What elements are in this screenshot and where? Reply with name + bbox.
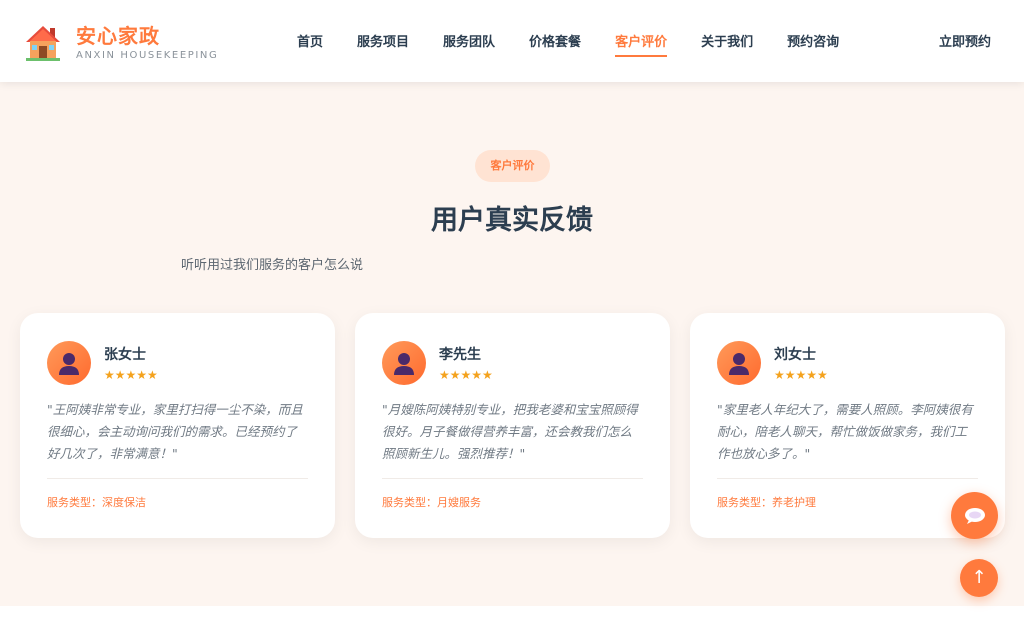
reviewer-name: 李先生 bbox=[439, 347, 481, 363]
chat-button[interactable] bbox=[951, 492, 998, 539]
section-subtitle: 听听用过我们服务的客户怎么说 bbox=[181, 258, 364, 273]
book-now-link[interactable]: 立即预约 bbox=[939, 31, 991, 50]
user-icon bbox=[59, 353, 79, 375]
reviews-section: 客户评价 用户真实反馈 听听用过我们服务的客户怎么说 张女士 ★★★★★ "王阿… bbox=[0, 82, 1024, 606]
service-type: 服务类型：月嫂服务 bbox=[382, 496, 481, 509]
review-text: "月嫂陈阿姨特别专业，把我老婆和宝宝照顾得很好。月子餐做得营养丰富，还会教我们怎… bbox=[382, 402, 638, 461]
chat-bubble-icon bbox=[964, 507, 985, 524]
section-badge: 客户评价 bbox=[475, 150, 550, 182]
reviewer-name: 张女士 bbox=[104, 347, 146, 363]
brand-logo[interactable]: 安心家政 ANXIN HOUSEKEEPING bbox=[24, 22, 218, 62]
star-rating: ★★★★★ bbox=[774, 368, 828, 382]
service-type: 服务类型：深度保洁 bbox=[47, 496, 146, 509]
divider bbox=[47, 478, 308, 479]
nav-item-contact[interactable]: 预约咨询 bbox=[787, 31, 839, 50]
avatar bbox=[717, 341, 761, 385]
review-text: "王阿姨非常专业，家里打扫得一尘不染，而且很细心，会主动询问我们的需求。已经预约… bbox=[47, 402, 303, 461]
user-icon bbox=[394, 353, 414, 375]
review-card: 李先生 ★★★★★ "月嫂陈阿姨特别专业，把我老婆和宝宝照顾得很好。月子餐做得营… bbox=[355, 313, 670, 538]
review-text: "家里老人年纪大了，需要人照顾。李阿姨很有耐心，陪老人聊天，帮忙做饭做家务，我们… bbox=[717, 402, 973, 461]
brand-name: 安心家政 bbox=[76, 23, 160, 48]
divider bbox=[717, 478, 978, 479]
star-rating: ★★★★★ bbox=[104, 368, 158, 382]
nav-item-home[interactable]: 首页 bbox=[297, 31, 323, 50]
nav-item-services[interactable]: 服务项目 bbox=[357, 31, 409, 50]
divider bbox=[382, 478, 643, 479]
avatar bbox=[382, 341, 426, 385]
arrow-up-icon: ↑ bbox=[971, 567, 987, 588]
star-rating: ★★★★★ bbox=[439, 368, 493, 382]
main-nav: 首页 服务项目 服务团队 价格套餐 客户评价 关于我们 预约咨询 bbox=[280, 31, 856, 57]
house-icon bbox=[26, 26, 60, 61]
brand-subtitle: ANXIN HOUSEKEEPING bbox=[76, 49, 219, 61]
avatar bbox=[47, 341, 91, 385]
section-title: 用户真实反馈 bbox=[431, 205, 593, 236]
nav-item-reviews[interactable]: 客户评价 bbox=[615, 31, 668, 57]
nav-item-about[interactable]: 关于我们 bbox=[701, 31, 753, 50]
user-icon bbox=[729, 353, 749, 375]
nav-item-pricing[interactable]: 价格套餐 bbox=[529, 31, 581, 50]
reviewer-name: 刘女士 bbox=[774, 347, 816, 363]
service-type: 服务类型：养老护理 bbox=[717, 496, 816, 509]
nav-item-team[interactable]: 服务团队 bbox=[443, 31, 495, 50]
review-card: 张女士 ★★★★★ "王阿姨非常专业，家里打扫得一尘不染，而且很细心，会主动询问… bbox=[20, 313, 335, 538]
back-to-top-button[interactable]: ↑ bbox=[960, 559, 998, 597]
site-header: 安心家政 ANXIN HOUSEKEEPING 首页 服务项目 服务团队 价格套… bbox=[0, 0, 1024, 82]
